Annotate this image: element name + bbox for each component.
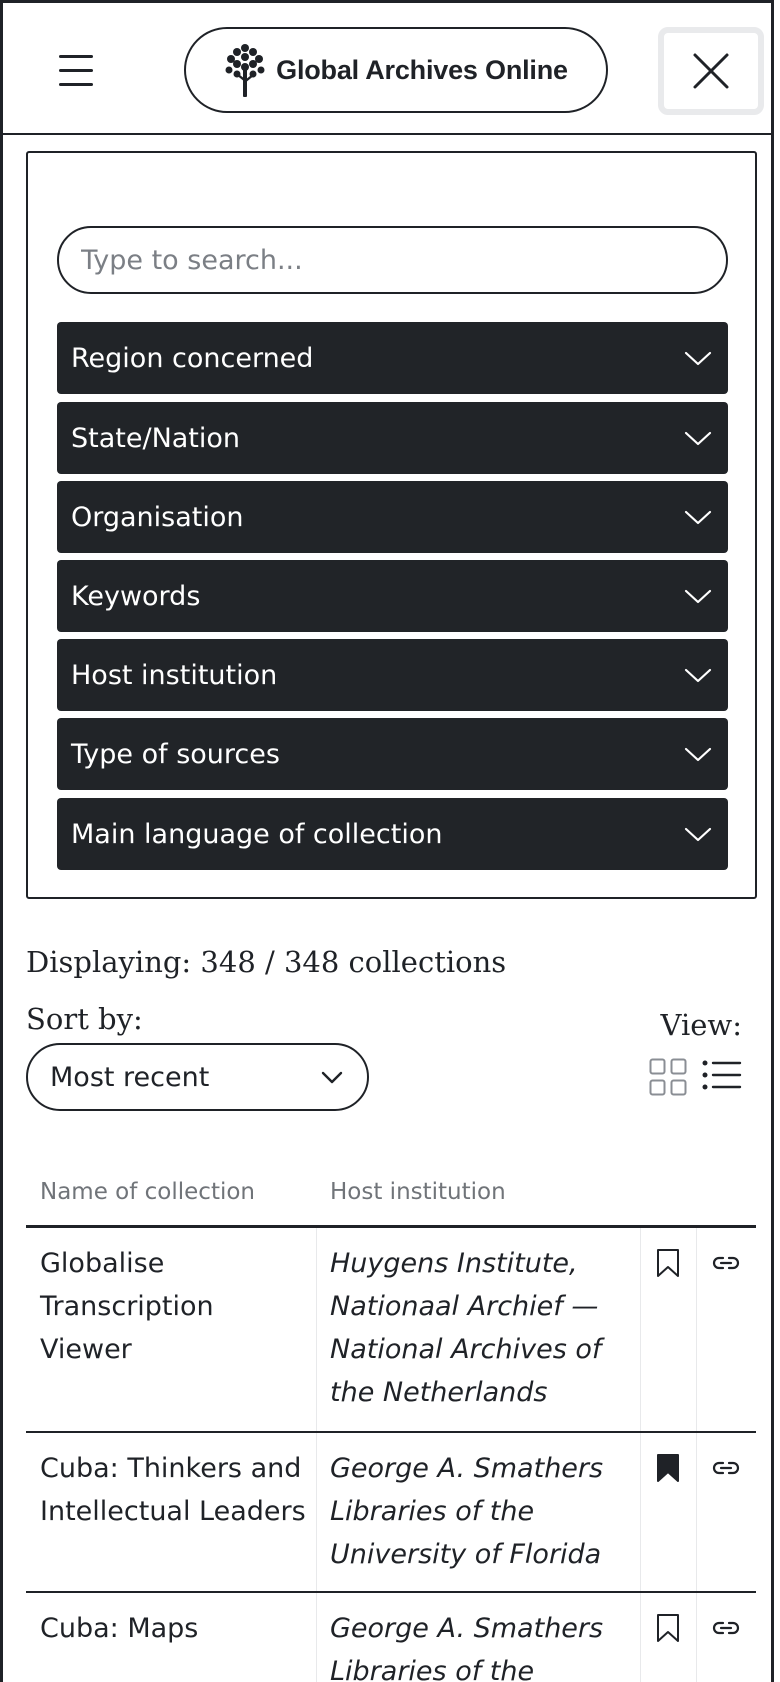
- filter-keywords[interactable]: Keywords: [57, 560, 728, 632]
- table-header: Name of collection Host institution: [26, 1170, 756, 1228]
- search-input[interactable]: [57, 226, 728, 294]
- filter-host-institution[interactable]: Host institution: [57, 639, 728, 711]
- bookmark-icon[interactable]: [656, 1248, 680, 1278]
- chevron-down-icon: [684, 747, 712, 762]
- host-institution: George A. Smathers Libraries of the: [330, 1613, 604, 1682]
- grid-view-icon[interactable]: [649, 1058, 687, 1096]
- column-divider: [316, 1593, 317, 1682]
- link-icon[interactable]: [712, 1459, 740, 1477]
- host-institution: Huygens Institute, Nationaal Archief — N…: [330, 1248, 602, 1408]
- filter-label: Region concerned: [71, 342, 314, 374]
- menu-button[interactable]: [53, 45, 103, 95]
- close-icon: [693, 53, 729, 89]
- chevron-down-icon: [684, 510, 712, 525]
- collection-name[interactable]: Globalise Transcription Viewer: [40, 1242, 310, 1371]
- filter-main-language[interactable]: Main language of collection: [57, 798, 728, 870]
- chevron-down-icon: [684, 589, 712, 604]
- filter-label: Organisation: [71, 501, 244, 533]
- column-header-name: Name of collection: [40, 1179, 255, 1205]
- filter-type-of-sources[interactable]: Type of sources: [57, 718, 728, 790]
- column-divider: [640, 1433, 641, 1591]
- chevron-down-icon: [684, 431, 712, 446]
- filter-label: Host institution: [71, 659, 278, 691]
- sort-select[interactable]: Most recent: [26, 1043, 369, 1111]
- filter-state-nation[interactable]: State/Nation: [57, 402, 728, 474]
- column-divider: [696, 1593, 697, 1682]
- filter-label: State/Nation: [71, 422, 241, 454]
- list-view-icon[interactable]: [702, 1058, 742, 1092]
- column-divider: [316, 1228, 317, 1431]
- results-count: Displaying: 348 / 348 collections: [26, 945, 507, 979]
- table-row[interactable]: Globalise Transcription Viewer Huygens I…: [26, 1228, 756, 1433]
- brand-name: Global Archives Online: [276, 54, 568, 85]
- view-label: View:: [660, 1008, 742, 1042]
- link-icon[interactable]: [712, 1619, 740, 1637]
- brand-logo-link[interactable]: Global Archives Online: [184, 27, 608, 113]
- column-divider: [696, 1433, 697, 1591]
- chevron-down-icon: [684, 827, 712, 842]
- chevron-down-icon: [684, 351, 712, 366]
- tree-logo-icon: [225, 44, 265, 97]
- filter-organisation[interactable]: Organisation: [57, 481, 728, 553]
- bookmark-filled-icon[interactable]: [656, 1453, 680, 1483]
- bookmark-icon[interactable]: [656, 1613, 680, 1643]
- column-divider: [640, 1593, 641, 1682]
- filter-label: Type of sources: [71, 738, 280, 770]
- top-header: Global Archives Online: [3, 3, 771, 135]
- column-divider: [696, 1228, 697, 1431]
- hamburger-menu-icon: [59, 55, 93, 58]
- filter-region-concerned[interactable]: Region concerned: [57, 322, 728, 394]
- table-row[interactable]: Cuba: Thinkers and Intellectual Leaders …: [26, 1433, 756, 1593]
- sort-label: Sort by:: [26, 1002, 143, 1036]
- table-row[interactable]: Cuba: Maps George A. Smathers Libraries …: [26, 1593, 756, 1682]
- close-button[interactable]: [658, 27, 764, 115]
- filter-label: Keywords: [71, 580, 201, 612]
- link-icon[interactable]: [712, 1254, 740, 1272]
- host-institution: George A. Smathers Libraries of the Univ…: [330, 1453, 604, 1570]
- column-header-institution: Host institution: [330, 1179, 506, 1205]
- hamburger-line: [59, 69, 93, 72]
- filter-label: Main language of collection: [71, 818, 443, 850]
- sort-value: Most recent: [50, 1061, 210, 1093]
- column-divider: [640, 1228, 641, 1431]
- chevron-down-icon: [321, 1071, 343, 1084]
- filter-panel: Region concerned State/Nation Organisati…: [26, 151, 757, 899]
- column-divider: [316, 1433, 317, 1591]
- hamburger-line: [59, 83, 93, 86]
- chevron-down-icon: [684, 668, 712, 683]
- collection-name[interactable]: Cuba: Thinkers and Intellectual Leaders: [40, 1447, 310, 1533]
- collections-table: Name of collection Host institution Glob…: [26, 1170, 756, 1682]
- collection-name[interactable]: Cuba: Maps: [40, 1607, 310, 1650]
